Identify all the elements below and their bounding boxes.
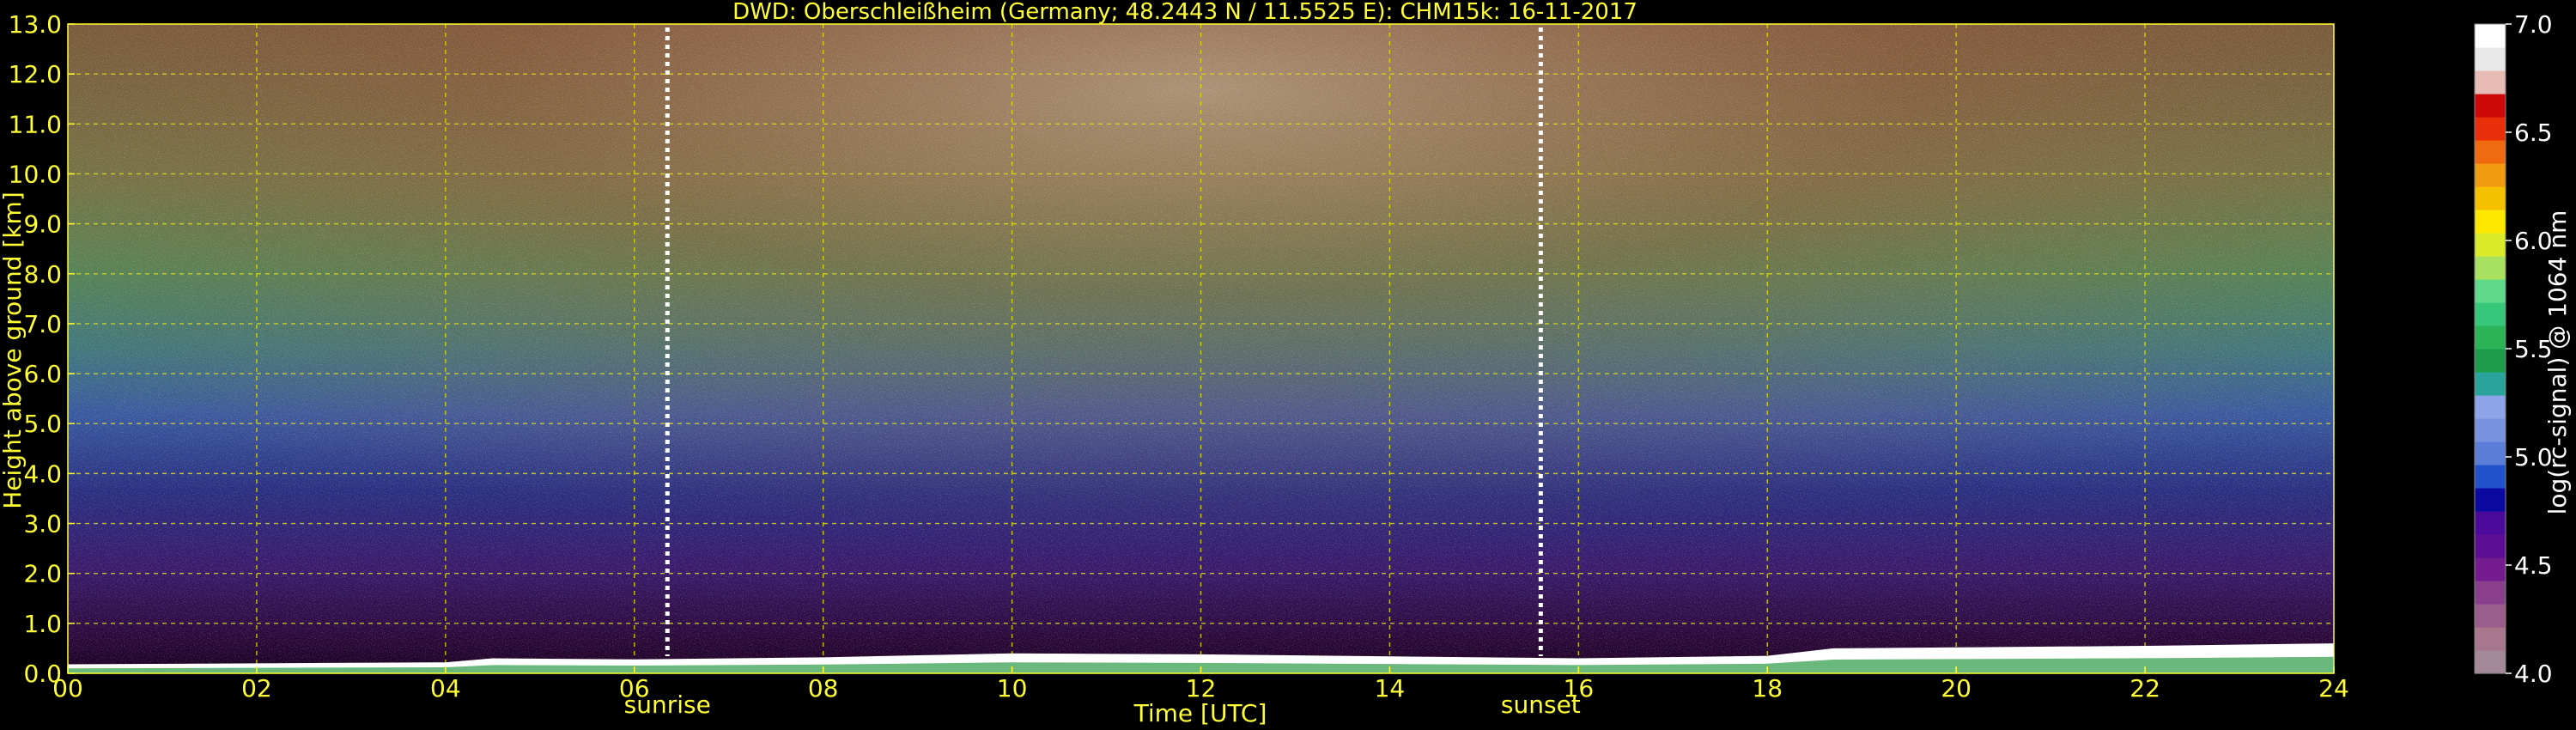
colorbar-segment — [2475, 441, 2506, 465]
x-tick-label: 20 — [1941, 674, 1971, 703]
colorbar-segment — [2475, 488, 2506, 512]
y-tick-label: 12.0 — [9, 60, 62, 88]
x-tick-label: 24 — [2318, 674, 2349, 703]
colorbar-segment — [2475, 24, 2506, 48]
x-tick-label: 14 — [1375, 674, 1406, 703]
y-axis-label: Height above ground [km] — [0, 192, 27, 509]
colorbar-segment — [2475, 372, 2506, 396]
x-tick-label: 18 — [1752, 674, 1783, 703]
y-tick-label: 9.0 — [23, 210, 62, 239]
colorbar-segment — [2475, 163, 2506, 187]
x-tick-label: 02 — [241, 674, 272, 703]
colorbar-segment — [2475, 186, 2506, 210]
colorbar-segment — [2475, 94, 2506, 118]
colorbar-segment — [2475, 604, 2506, 628]
y-tick-label: 1.0 — [23, 610, 62, 638]
x-tick-label: 10 — [997, 674, 1028, 703]
colorbar-segment — [2475, 117, 2506, 141]
colorbar-tick-label: 4.0 — [2514, 660, 2553, 688]
colorbar — [2474, 23, 2506, 674]
y-tick-label: 0.0 — [23, 660, 62, 688]
y-tick-label: 7.0 — [23, 310, 62, 338]
colorbar-segment — [2475, 465, 2506, 489]
colorbar-segment — [2475, 70, 2506, 94]
y-tick-label: 8.0 — [23, 260, 62, 289]
y-tick-label: 13.0 — [9, 10, 62, 39]
colorbar-segment — [2475, 627, 2506, 651]
y-tick-label: 11.0 — [9, 110, 62, 138]
colorbar-segment — [2475, 418, 2506, 442]
colorbar-segment — [2475, 349, 2506, 373]
y-tick-label: 6.0 — [23, 360, 62, 388]
chart-title: DWD: Oberschleißheim (Germany; 48.2443 N… — [732, 0, 1637, 25]
y-tick-label: 2.0 — [23, 560, 62, 588]
colorbar-segment — [2475, 325, 2506, 350]
x-tick-label: 16 — [1564, 674, 1595, 703]
colorbar-segment — [2475, 210, 2506, 234]
x-axis-label: Time [UTC] — [1133, 699, 1267, 727]
y-tick-label: 3.0 — [23, 510, 62, 538]
colorbar-segment — [2475, 47, 2506, 71]
colorbar-segment — [2475, 302, 2506, 326]
colorbar-segment — [2475, 256, 2506, 280]
colorbar-segment — [2475, 233, 2506, 257]
x-tick-label: 22 — [2129, 674, 2160, 703]
y-tick-label: 4.0 — [23, 459, 62, 488]
x-tick-label: 08 — [808, 674, 839, 703]
colorbar-segment — [2475, 511, 2506, 535]
x-tick-label: 06 — [619, 674, 650, 703]
ceilometer-chart: sunrise sunset 00 02 04 06 08 10 12 14 16 18 20 22 24… — [0, 0, 2572, 727]
colorbar-segment — [2475, 581, 2506, 605]
y-tick-label: 5.0 — [23, 410, 62, 438]
colorbar-tick-label: 7.0 — [2514, 10, 2553, 39]
y-tick-label: 10.0 — [9, 160, 62, 188]
colorbar-segment — [2475, 140, 2506, 164]
colorbar-segment — [2475, 279, 2506, 303]
colorbar-segment — [2475, 557, 2506, 581]
colorbar-tick-label: 6.5 — [2514, 119, 2553, 147]
colorbar-segment — [2475, 395, 2506, 419]
colorbar-tick-label: 4.5 — [2514, 551, 2553, 580]
colorbar-segment — [2475, 534, 2506, 558]
plot-area: sunrise sunset — [67, 23, 2335, 719]
colorbar-segment — [2475, 650, 2506, 674]
x-tick-label: 04 — [430, 674, 461, 703]
colorbar-label: log(rc-signal) @ 1064 nm — [2543, 210, 2572, 515]
